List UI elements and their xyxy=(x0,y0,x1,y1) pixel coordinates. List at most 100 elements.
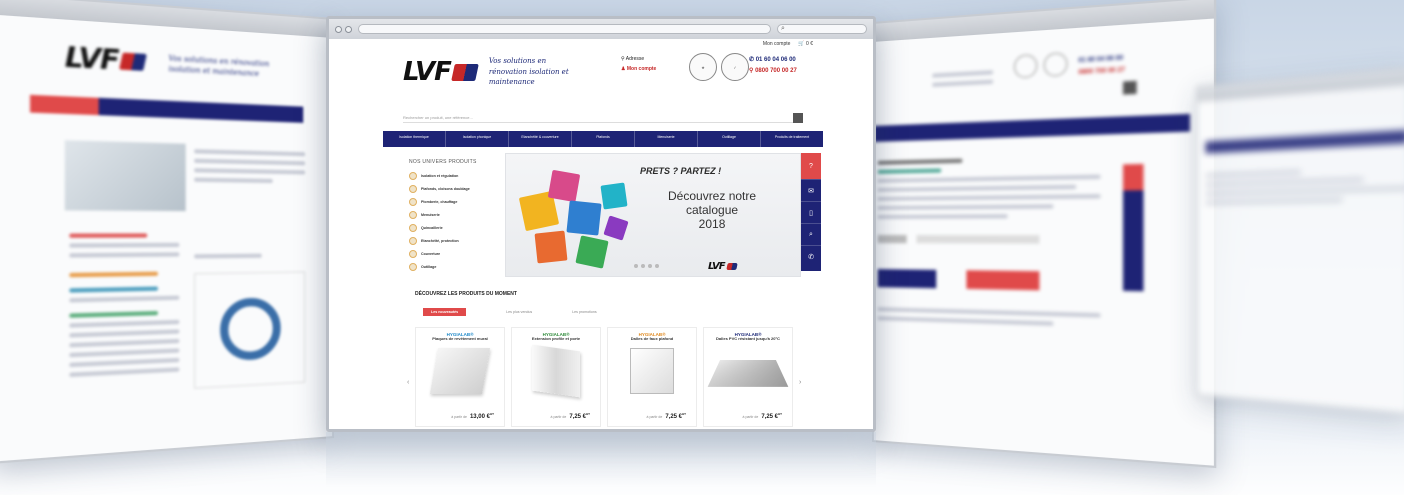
nav-item[interactable]: Produits de traitement xyxy=(761,131,823,147)
product-price: à partir de 7,25 €HT xyxy=(743,412,782,420)
header-links: ⚲ Adresse ♟ Mon compte xyxy=(621,55,656,74)
cube-graphic xyxy=(566,200,601,235)
product-image xyxy=(630,348,674,394)
location-icon: ⚲ xyxy=(749,68,753,74)
product-name: Dalles PVC résistant jusqu'à 20°C xyxy=(704,337,792,342)
mail-icon[interactable]: ✉ xyxy=(801,179,821,201)
univers-item[interactable]: Isolation et régulation xyxy=(409,169,505,182)
product-card[interactable]: HYGIALAB® Plaques de revêtement mural à … xyxy=(415,327,505,427)
nav-item[interactable]: Etanchéité & couverture xyxy=(509,131,572,147)
product-image xyxy=(194,271,305,388)
tagline: Vos solutions en rénovation isolation et… xyxy=(169,53,272,81)
cube-graphic xyxy=(535,231,568,264)
search-input[interactable]: Rechercher un produit, une référence... xyxy=(403,115,803,123)
cube-graphic xyxy=(548,170,580,202)
category-image xyxy=(65,140,186,211)
promo-icon[interactable]: ? xyxy=(801,153,821,179)
window-button[interactable] xyxy=(335,26,342,33)
univers-title: NOS UNIVERS PRODUITS xyxy=(409,159,505,165)
side-window-right: 01 60 04 06 00 0800 700 00 27 xyxy=(872,0,1216,468)
search-icon[interactable]: ⌕ xyxy=(801,223,821,245)
chevron-right-icon[interactable]: › xyxy=(799,379,801,386)
univers-item[interactable]: Outillage xyxy=(409,260,505,273)
window-button[interactable] xyxy=(345,26,352,33)
main-nav: Isolation thermique Isolation phonique E… xyxy=(383,131,823,147)
cube-graphic xyxy=(575,235,608,268)
univers-item[interactable]: Couverture xyxy=(409,247,505,260)
category-icon xyxy=(409,211,417,219)
action-button[interactable] xyxy=(966,270,1039,290)
address-link[interactable]: ⚲ Adresse xyxy=(621,55,656,65)
category-icon xyxy=(409,185,417,193)
product-grid: HYGIALAB® Plaques de revêtement mural à … xyxy=(415,327,793,427)
quality-seal: ★ xyxy=(689,53,717,81)
search-button[interactable] xyxy=(793,113,803,123)
carousel-dots[interactable] xyxy=(634,264,659,268)
product-name: Plaques de revêtement mural xyxy=(416,337,504,342)
product-image xyxy=(532,344,580,397)
nav-item[interactable]: Menuiserie xyxy=(635,131,698,147)
search-icon: ⌕ xyxy=(781,25,785,33)
banner-logo: LVF xyxy=(708,256,737,274)
action-button[interactable] xyxy=(878,269,937,288)
tab-bestsellers[interactable]: Les plus vendus xyxy=(506,310,532,314)
category-icon xyxy=(409,250,417,258)
product-price: à partir de 7,25 €HT xyxy=(647,412,686,420)
univers-item[interactable]: Quincaillerie xyxy=(409,221,505,234)
product-card[interactable]: HYGIALAB® Dalles PVC résistant jusqu'à 2… xyxy=(703,327,793,427)
nav-item[interactable]: Isolation thermique xyxy=(383,131,446,147)
product-card[interactable]: HYGIALAB® Dalles de faux plafond à parti… xyxy=(607,327,697,427)
category-icon xyxy=(409,172,417,180)
tab-new[interactable]: Les nouveautés xyxy=(423,308,466,316)
side-window-left: LVF Vos solutions en rénovation isolatio… xyxy=(0,0,334,464)
brand-logo: LVF xyxy=(65,41,145,78)
category-icon xyxy=(409,263,417,271)
tools-sidebar: ? ✉ ▯ ⌕ ✆ xyxy=(801,153,821,271)
product-card[interactable]: HYGIALAB® Extension profile et porte à p… xyxy=(511,327,601,427)
document-icon[interactable]: ▯ xyxy=(801,201,821,223)
location-icon: ⚲ xyxy=(621,56,625,62)
window-reflection xyxy=(326,432,876,487)
tab-promotions[interactable]: Les promotions xyxy=(572,310,597,314)
cube-graphic xyxy=(600,182,627,209)
phones: 01 60 04 06 00 0800 700 00 27 xyxy=(1078,53,1125,79)
main-browser-window: ⌕ Mon compte 🛒 0 € LVF Vos solutions en … xyxy=(326,16,876,432)
nav-item[interactable]: Outillage xyxy=(698,131,761,147)
univers-item[interactable]: Menuiserie xyxy=(409,208,505,221)
chevron-left-icon[interactable]: ‹ xyxy=(407,379,409,386)
account-link[interactable]: Mon compte xyxy=(763,41,791,47)
scene: LVF Vos solutions en rénovation isolatio… xyxy=(0,0,1404,495)
nav-item[interactable]: Isolation phonique xyxy=(446,131,509,147)
univers-item[interactable]: Etanchéité, protection xyxy=(409,234,505,247)
window-chrome: ⌕ xyxy=(329,19,873,39)
address-bar[interactable] xyxy=(358,24,771,34)
browser-search[interactable]: ⌕ xyxy=(777,24,867,34)
banner-headline: PRETS ? PARTEZ ! xyxy=(640,166,721,176)
phone-icon[interactable]: ✆ xyxy=(801,245,821,267)
product-name: Extension profile et porte xyxy=(512,337,600,342)
category-icon xyxy=(409,237,417,245)
category-icon xyxy=(409,224,417,232)
univers-item[interactable]: Plomberie, chauffage xyxy=(409,195,505,208)
product-price: à partir de 13,00 €HT xyxy=(451,412,494,420)
tools-sidebar xyxy=(1123,164,1144,291)
hero-banner[interactable]: PRETS ? PARTEZ ! Découvrez notre catalog… xyxy=(505,153,801,277)
product-name: Dalles de faux plafond xyxy=(608,337,696,342)
product-image xyxy=(708,360,789,387)
product-image xyxy=(430,348,490,394)
user-icon: ♟ xyxy=(621,66,625,72)
univers-menu: NOS UNIVERS PRODUITS Isolation et régula… xyxy=(409,159,505,273)
cube-graphic xyxy=(603,215,628,240)
cart-link[interactable]: 🛒 0 € xyxy=(798,41,813,47)
quality-seal: ✓ xyxy=(721,53,749,81)
tagline: Vos solutions en rénovation isolation et… xyxy=(489,56,579,88)
product-price: à partir de 7,25 €HT xyxy=(551,412,590,420)
phones: ✆ 01 60 04 06 00 ⚲ 0800 700 00 27 xyxy=(749,55,797,77)
phone-icon: ✆ xyxy=(749,57,754,63)
brand-logo[interactable]: LVF xyxy=(403,57,477,87)
nav-item[interactable]: Plafonds xyxy=(572,131,635,147)
category-icon xyxy=(409,198,417,206)
account-link[interactable]: ♟ Mon compte xyxy=(621,65,656,75)
univers-item[interactable]: Plafonds, cloisons doublage xyxy=(409,182,505,195)
site-header: LVF Vos solutions en rénovation isolatio… xyxy=(329,49,873,95)
